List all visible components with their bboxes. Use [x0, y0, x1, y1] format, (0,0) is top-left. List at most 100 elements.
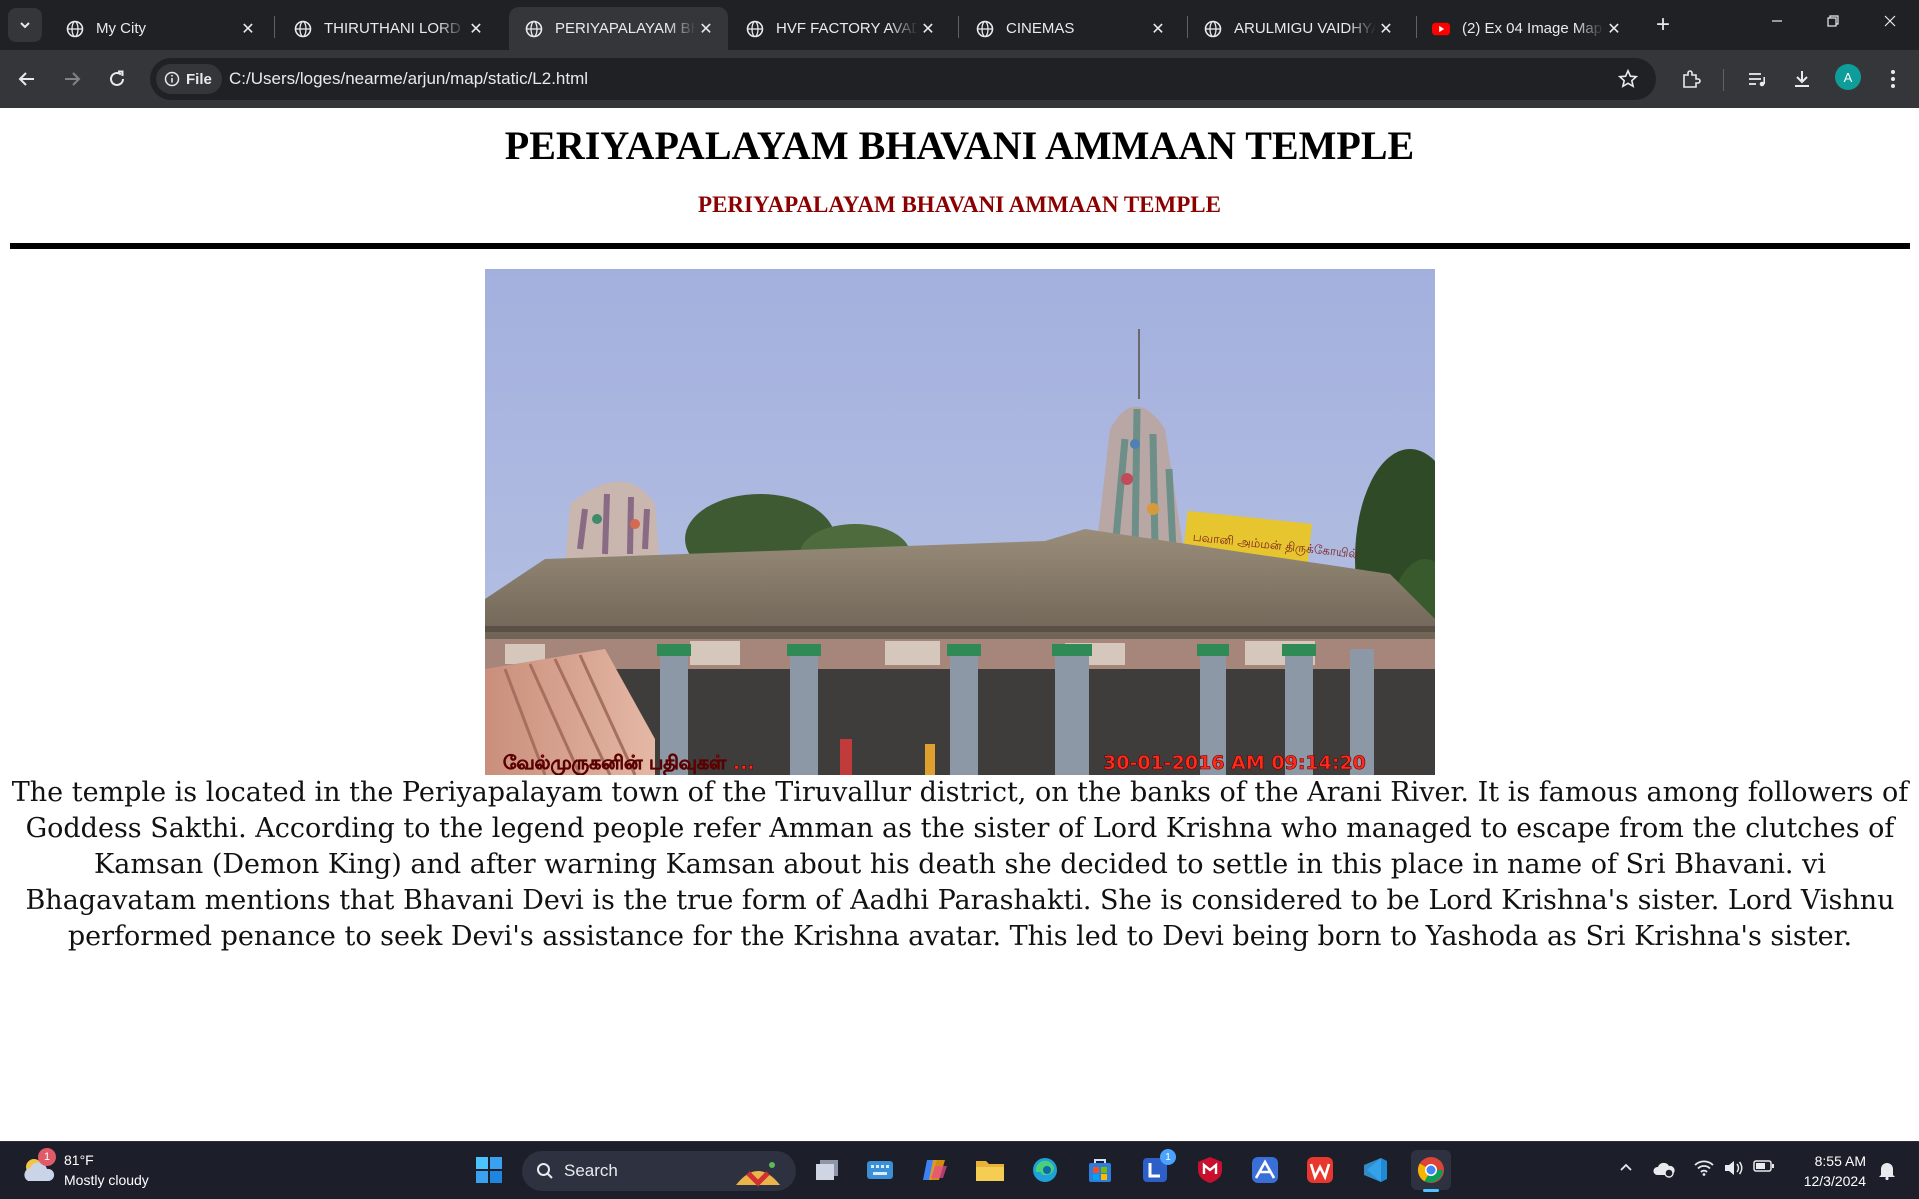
close-tab-icon[interactable]: ✕ [696, 19, 716, 39]
weather-widget[interactable]: 1 81°F Mostly cloudy [20, 1148, 149, 1190]
toolbar-divider [1723, 69, 1724, 91]
copilot-icon [923, 1160, 947, 1180]
address-bar[interactable]: File C:/Users/loges/nearme/arjun/map/sta… [150, 58, 1656, 100]
edge-app[interactable] [1028, 1153, 1062, 1187]
start-button[interactable] [472, 1153, 506, 1187]
photo-timestamp: 30-01-2016 AM 09:14:20 [1103, 752, 1366, 774]
store-icon [1089, 1159, 1111, 1182]
wps-office-app[interactable] [1303, 1153, 1337, 1187]
mountain-app-icon [1252, 1157, 1278, 1183]
bookmark-star-icon[interactable] [1618, 69, 1638, 89]
browser-toolbar: File C:/Users/loges/nearme/arjun/map/sta… [0, 50, 1919, 108]
search-highlight-icon [736, 1162, 780, 1187]
close-window-button[interactable] [1862, 0, 1918, 42]
wifi-icon [1694, 1160, 1714, 1176]
file-explorer-app[interactable] [973, 1153, 1007, 1187]
youtube-icon [1432, 20, 1450, 38]
wifi-tray[interactable] [1692, 1160, 1716, 1176]
downloads-button[interactable] [1785, 62, 1819, 96]
profile-avatar[interactable]: A [1835, 64, 1861, 90]
widgets-app[interactable] [863, 1153, 897, 1187]
tab-cinemas[interactable]: CINEMAS ✕ [960, 7, 1180, 50]
weather-condition: Mostly cloudy [64, 1172, 149, 1188]
tab-periyapalayam[interactable]: PERIYAPALAYAM BHA ✕ [509, 7, 728, 50]
notifications-button[interactable] [1875, 1160, 1899, 1180]
windows-logo-icon [476, 1157, 502, 1183]
minimize-button[interactable] [1749, 0, 1805, 42]
close-tab-icon[interactable]: ✕ [918, 19, 938, 39]
launcher-app[interactable]: 1 [1138, 1149, 1176, 1187]
shield-icon [1198, 1157, 1222, 1183]
temple-photo: பவானி அம்மன் திருக்கோயில் வேல்முருகனின் … [485, 269, 1435, 775]
tab-strip: My City ✕ THIRUTHANI LORD M ✕ PERIYAPALA… [0, 0, 1919, 50]
chrome-app[interactable] [1411, 1150, 1451, 1192]
windows-taskbar: 1 81°F Mostly cloudy Search 1 8:55 AM 12… [0, 1141, 1919, 1199]
tab-arulmigu[interactable]: ARULMIGU VAIDHYA ✕ [1188, 7, 1408, 50]
url-text[interactable]: C:/Users/loges/nearme/arjun/map/static/L… [229, 69, 588, 89]
clock-time: 8:55 AM [1814, 1153, 1866, 1169]
system-clock[interactable]: 8:55 AM 12/3/2024 [1790, 1151, 1866, 1191]
site-info-chip[interactable]: File [156, 64, 222, 94]
globe-icon [976, 20, 994, 38]
tab-title: (2) Ex 04 Image Map [1462, 20, 1603, 37]
volume-tray[interactable] [1722, 1160, 1746, 1176]
arrow-left-icon [18, 72, 34, 86]
close-tab-icon[interactable]: ✕ [1604, 19, 1624, 39]
new-tab-button[interactable]: + [1650, 11, 1676, 38]
tab-search-button[interactable] [8, 8, 42, 42]
media-controls-button[interactable] [1740, 62, 1774, 96]
app-badge: 1 [1160, 1149, 1176, 1165]
globe-icon [1204, 20, 1222, 38]
wps-icon [1307, 1157, 1333, 1183]
show-hidden-icons-button[interactable] [1616, 1160, 1636, 1174]
tab-my-city[interactable]: My City ✕ [50, 7, 270, 50]
horizontal-rule [10, 243, 1910, 249]
copilot-app[interactable] [918, 1153, 952, 1187]
tab-title: THIRUTHANI LORD M [324, 20, 466, 37]
task-view-button[interactable] [810, 1153, 844, 1187]
page-title: PERIYAPALAYAM BHAVANI AMMAAN TEMPLE [504, 123, 1415, 168]
taskbar-search[interactable]: Search [522, 1151, 796, 1191]
temple-illustration: பவானி அம்மன் திருக்கோயில் வேல்முருகனின் … [485, 269, 1435, 775]
tab-thiruthani[interactable]: THIRUTHANI LORD M ✕ [278, 7, 498, 50]
extensions-button[interactable] [1674, 62, 1708, 96]
close-tab-icon[interactable]: ✕ [1376, 19, 1396, 39]
globe-icon [525, 20, 543, 38]
page-subtitle: PERIYAPALAYAM BHAVANI AMMAAN TEMPLE [698, 192, 1221, 217]
close-tab-icon[interactable]: ✕ [1148, 19, 1168, 39]
onedrive-tray[interactable] [1652, 1160, 1676, 1178]
globe-icon [746, 20, 764, 38]
puzzle-icon [1683, 70, 1701, 88]
tab-title: HVF FACTORY AVADI [776, 20, 918, 37]
photo-caption-left: வேல்முருகனின் பதிவுகள் ... [503, 752, 755, 775]
forward-button[interactable] [55, 62, 89, 96]
back-button[interactable] [10, 62, 44, 96]
vscode-app[interactable] [1358, 1153, 1392, 1187]
chevron-up-icon [1620, 1163, 1632, 1171]
download-icon [1795, 71, 1809, 87]
search-icon [537, 1163, 553, 1179]
reload-button[interactable] [100, 62, 134, 96]
task-view-icon [816, 1160, 838, 1180]
info-icon [164, 71, 180, 87]
restore-button[interactable] [1805, 0, 1861, 42]
chrome-icon [1417, 1157, 1444, 1183]
chip-label: File [186, 70, 212, 88]
tab-hvf-factory[interactable]: HVF FACTORY AVADI ✕ [730, 7, 950, 50]
close-tab-icon[interactable]: ✕ [466, 19, 486, 39]
arc-app[interactable] [1248, 1153, 1282, 1187]
bell-icon [1879, 1163, 1895, 1180]
weather-badge: 1 [38, 1148, 56, 1166]
close-tab-icon[interactable]: ✕ [238, 19, 258, 39]
reload-icon [110, 70, 124, 86]
microsoft-store-app[interactable] [1083, 1153, 1117, 1187]
keyboard-app-icon [867, 1161, 893, 1179]
battery-icon [1753, 1160, 1774, 1172]
menu-button[interactable] [1876, 62, 1910, 96]
clock-date: 12/3/2024 [1803, 1173, 1866, 1189]
search-label: Search [564, 1161, 618, 1180]
globe-icon [294, 20, 312, 38]
battery-tray[interactable] [1752, 1160, 1776, 1172]
mcafee-app[interactable] [1193, 1153, 1227, 1187]
tab-youtube[interactable]: (2) Ex 04 Image Map ✕ [1416, 7, 1636, 50]
